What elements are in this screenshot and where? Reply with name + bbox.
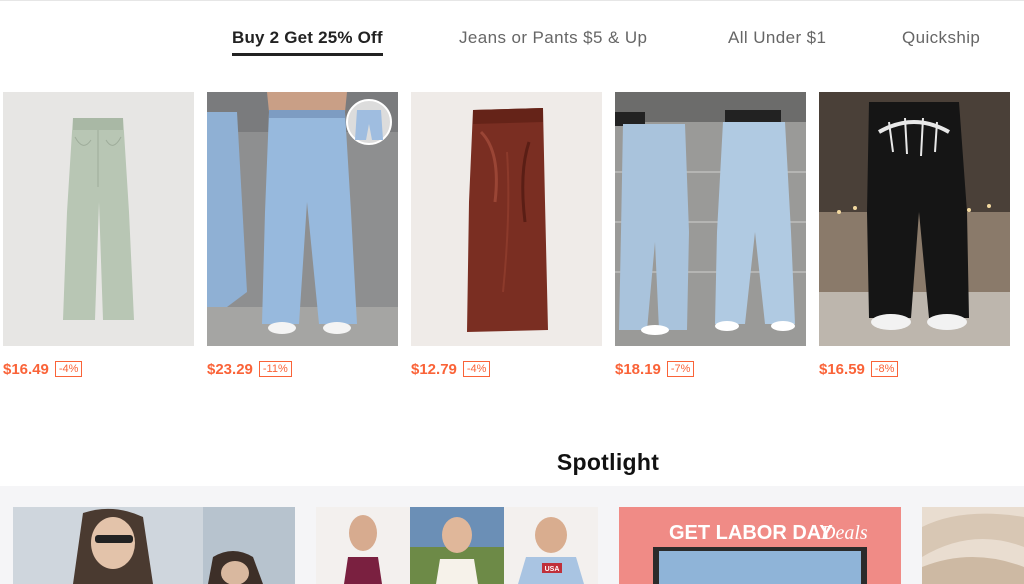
- product-card[interactable]: $16.49 -4%: [3, 92, 194, 379]
- discount-badge: -4%: [54, 361, 83, 377]
- product-image-graphic-sweatpants[interactable]: [819, 92, 1010, 346]
- product-image-leather-skirt[interactable]: [411, 92, 602, 346]
- product-price: $18.19: [615, 360, 661, 378]
- product-card[interactable]: $16.59 -8%: [819, 92, 1010, 379]
- product-price: $16.49: [3, 360, 49, 378]
- spotlight-card-tops-collage[interactable]: USA: [316, 507, 598, 584]
- tab-all-under-1[interactable]: All Under $1: [728, 28, 826, 48]
- tab-quickship[interactable]: Quickship: [902, 28, 980, 48]
- product-card[interactable]: $12.79 -4%: [411, 92, 602, 379]
- promo-tabs: Buy 2 Get 25% Off Jeans or Pants $5 & Up…: [0, 28, 1024, 60]
- spotlight-card-labor-day-deals[interactable]: GET LABOR DAY Deals: [619, 507, 901, 584]
- product-row: $16.49 -4% $23.29 -11% $12.79 -4% $18.19…: [0, 92, 1024, 392]
- product-image-light-blue-jeans[interactable]: [615, 92, 806, 346]
- discount-badge: -11%: [258, 361, 292, 377]
- product-price: $12.79: [411, 360, 457, 378]
- product-card[interactable]: $18.19 -7%: [615, 92, 806, 379]
- top-divider: [0, 0, 1024, 1]
- labor-day-banner-script: Deals: [820, 522, 868, 544]
- spotlight-title: Spotlight: [556, 449, 660, 475]
- tab-buy-2-get-25-off[interactable]: Buy 2 Get 25% Off: [232, 28, 383, 56]
- discount-badge: -8%: [870, 361, 899, 377]
- product-card[interactable]: $23.29 -11%: [207, 92, 398, 379]
- product-image-sage-pants[interactable]: [3, 92, 194, 346]
- discount-badge: -4%: [462, 361, 491, 377]
- discount-badge: -7%: [666, 361, 695, 377]
- spotlight-card-beige-fabric[interactable]: [922, 507, 1024, 584]
- spotlight-card-street-style[interactable]: [13, 507, 295, 584]
- product-price: $23.29: [207, 360, 253, 378]
- labor-day-banner-text: GET LABOR DAY: [669, 522, 833, 544]
- product-image-baggy-jeans[interactable]: [207, 92, 398, 346]
- usa-shirt-text: USA: [545, 566, 560, 573]
- product-price: $16.59: [819, 360, 865, 378]
- tab-jeans-or-pants[interactable]: Jeans or Pants $5 & Up: [459, 28, 647, 48]
